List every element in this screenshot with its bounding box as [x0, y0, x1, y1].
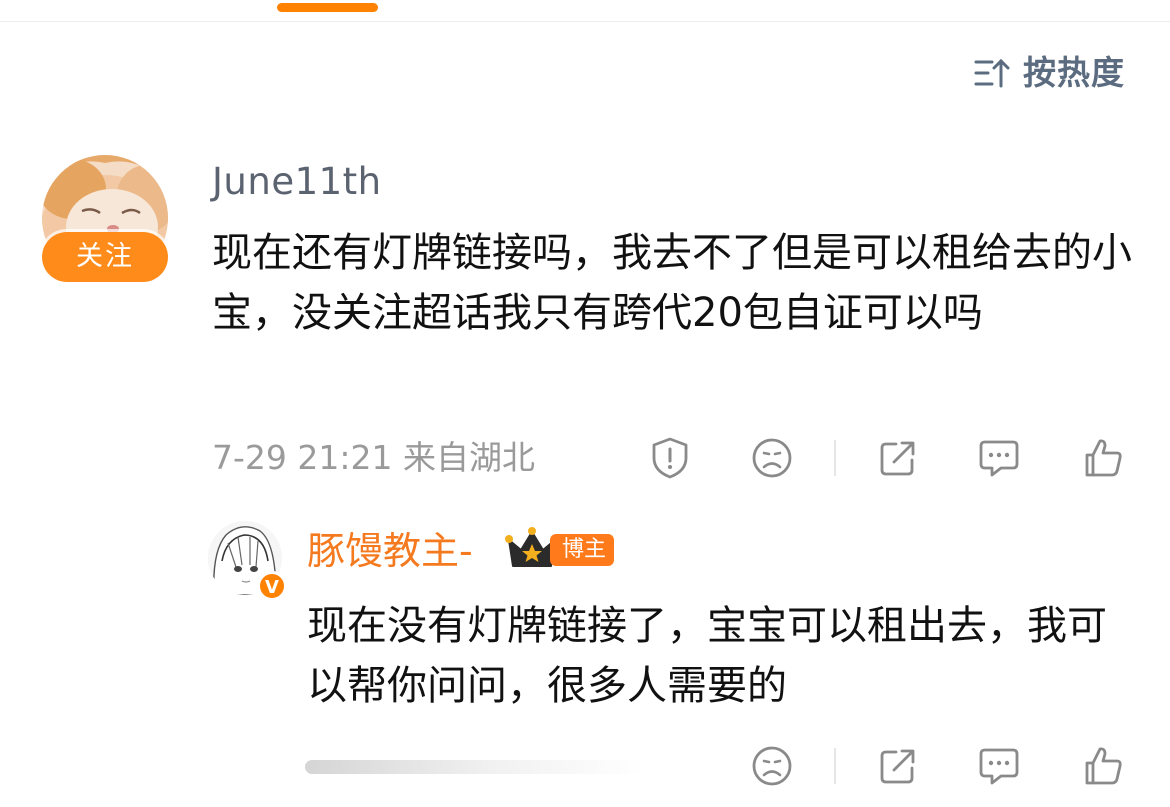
follow-button[interactable]: 关注 — [42, 232, 168, 282]
dislike-icon[interactable] — [750, 436, 794, 480]
comment-actions — [648, 436, 1125, 480]
like-icon[interactable] — [1081, 744, 1125, 788]
active-tab-indicator — [277, 3, 378, 12]
share-icon[interactable] — [876, 436, 920, 480]
top-tab-bar — [0, 0, 1170, 22]
commenter-username[interactable]: June11th — [212, 160, 382, 203]
comment-text: 现在还有灯牌链接吗，我去不了但是可以租给去的小宝，没关注超话我只有跨代20包自证… — [212, 230, 1132, 336]
comment-location: 来自湖北 — [403, 438, 535, 477]
author-badge: 博主 — [550, 534, 615, 566]
reply-icon[interactable] — [977, 436, 1021, 480]
report-icon[interactable] — [648, 436, 692, 480]
sort-label: 按热度 — [1023, 53, 1125, 92]
comment-meta: 7-29 21:21 来自湖北 — [212, 438, 535, 478]
like-icon[interactable] — [1081, 436, 1125, 480]
reply-actions — [750, 744, 1125, 788]
share-icon[interactable] — [876, 744, 920, 788]
reply-text: 现在没有灯牌链接了，宝宝可以租出去，我可以帮你问问，很多人需要的 — [307, 603, 1107, 709]
sort-icon — [973, 54, 1011, 92]
reply-meta-redacted — [305, 760, 645, 774]
comment-time: 7-29 21:21 — [212, 438, 393, 477]
replier-username[interactable]: 豚馒教主- — [307, 528, 473, 574]
sort-by-hot-button[interactable]: 按热度 — [973, 54, 1125, 92]
actions-divider — [834, 440, 836, 476]
verified-badge: V — [257, 571, 287, 601]
actions-divider — [834, 748, 836, 784]
reply-icon[interactable] — [977, 744, 1021, 788]
dislike-icon[interactable] — [750, 744, 794, 788]
